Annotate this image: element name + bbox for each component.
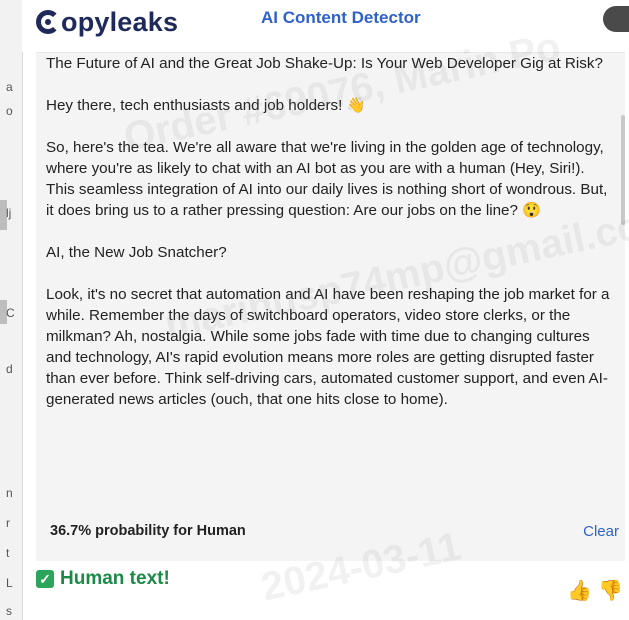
thumbs-up-icon[interactable]: 👍 (567, 578, 592, 602)
detector-panel: The Future of AI and the Great Job Shake… (36, 52, 625, 561)
strip-fragment: s (6, 604, 12, 618)
paragraph: AI, the New Job Snatcher? (46, 244, 227, 261)
strip-fragment: a (6, 80, 13, 94)
strip-fragment: n (6, 486, 13, 500)
paragraph: Look, it's no secret that automation and… (46, 286, 610, 408)
checkmark-icon: ✓ (36, 570, 54, 588)
thumbs-down-icon[interactable]: 👎 (598, 578, 623, 602)
human-probability: 36.7% probability for Human (50, 523, 246, 539)
clear-button[interactable]: Clear (583, 523, 619, 540)
paragraph: The Future of AI and the Great Job Shake… (46, 55, 603, 72)
background-page-strip: a o lj C d n r t L s (0, 0, 23, 620)
paragraph: Hey there, tech enthusiasts and job hold… (46, 97, 366, 114)
avatar[interactable] (603, 6, 629, 32)
paragraph: So, here's the tea. We're all aware that… (46, 139, 608, 219)
strip-fragment: C (6, 306, 15, 320)
result-summary-row: 36.7% probability for Human Clear (36, 519, 625, 547)
result-verdict: ✓ Human text! (36, 568, 170, 590)
strip-fragment: r (6, 516, 10, 530)
logo-c-icon (36, 10, 60, 34)
content-textarea[interactable]: The Future of AI and the Great Job Shake… (46, 53, 616, 508)
strip-fragment: o (6, 104, 13, 118)
strip-fragment: L (6, 576, 13, 590)
strip-fragment: d (6, 362, 13, 376)
app-header: opyleaks AI Content Detector (22, 0, 629, 52)
logo-text: opyleaks (61, 6, 179, 37)
feedback-buttons: 👍 👎 (567, 578, 623, 602)
strip-fragment: lj (6, 206, 12, 220)
textarea-scrollbar[interactable] (621, 115, 625, 225)
copyleaks-logo[interactable]: opyleaks (36, 2, 178, 42)
verdict-label: Human text! (60, 568, 170, 589)
page-title: AI Content Detector (261, 8, 421, 27)
strip-fragment: t (6, 546, 10, 560)
